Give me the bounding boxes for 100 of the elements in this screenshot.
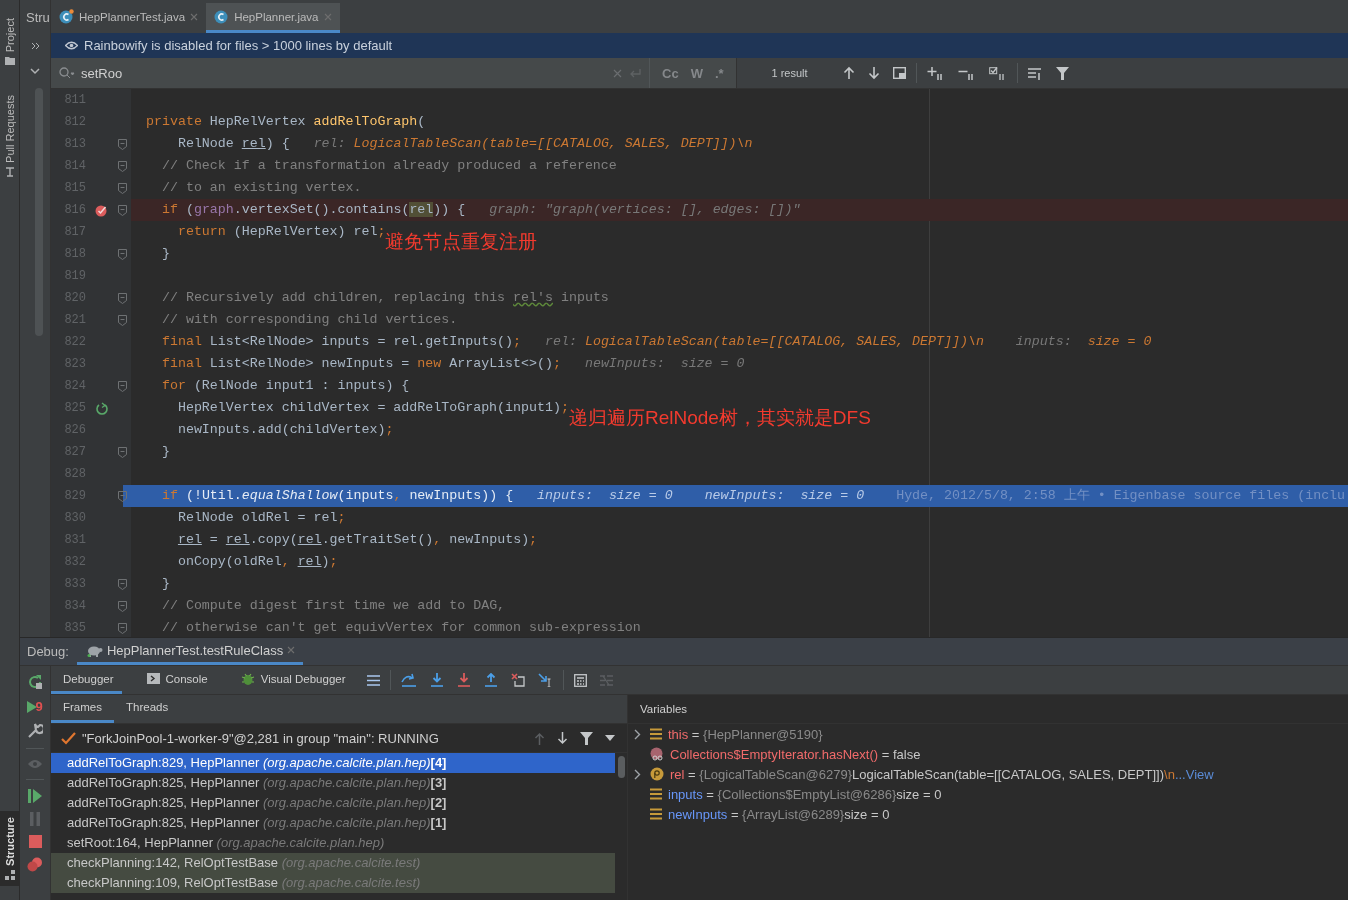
structure-icon: [4, 870, 15, 880]
stack-frame[interactable]: setRoot:164, HepPlanner (org.apache.calcite.plan.hep): [51, 833, 615, 853]
variable-text: rel = {LogicalTableScan@6279}LogicalTableScan(table=[[CATALOG, SALES, DEPT]])\n...View: [670, 766, 1214, 782]
annotation-text: 递归遍历RelNode树，其实就是DFS: [568, 407, 871, 429]
caret-icon[interactable]: [605, 735, 615, 741]
step-over-icon[interactable]: [400, 673, 417, 687]
stack-frame[interactable]: addRelToGraph:825, HepPlanner (org.apache.calcite.plan.hep)[2]: [51, 793, 615, 813]
arrow-down-icon[interactable]: [557, 731, 568, 745]
trace-icon[interactable]: [599, 674, 613, 686]
filter-icon[interactable]: [580, 731, 593, 745]
code-line: // with corresponding child vertices.: [160, 312, 458, 327]
search-field[interactable]: setRoo: [51, 58, 649, 88]
code-line: if (!Util.equalShallow(inputs, newInputs)) { inputs: size = 0 newInputs: size = 0 Hyde, 2012/5/8, 2:58 上午 • Eigenbase source files (inclu: [160, 488, 1346, 503]
bug-icon: [240, 671, 255, 686]
select-all-icon[interactable]: [988, 65, 1007, 81]
fold-icon[interactable]: [117, 314, 127, 326]
chevron-right-icon[interactable]: [634, 728, 641, 740]
step-out-icon[interactable]: [483, 673, 498, 687]
drop-frame-icon[interactable]: [510, 673, 525, 687]
stack-frame[interactable]: addRelToGraph:829, HepPlanner (org.apache.calcite.plan.hep)[4]: [51, 753, 615, 773]
code-line: RelNode oldRel = rel;: [176, 510, 346, 525]
banner-text: Rainbowify is disabled for files > 1000 lines by default: [84, 38, 393, 53]
code-line: private HepRelVertex addRelToGraph(: [146, 114, 426, 129]
code-line: // Compute digest first time we add to DAG,: [160, 598, 506, 613]
stack-frame[interactable]: checkPlanning:109, RelOptTestBase (org.apache.calcite.test): [51, 873, 615, 893]
panel-title: Stru: [25, 9, 50, 27]
view-link[interactable]: View: [1185, 766, 1214, 782]
calculator-icon[interactable]: [573, 673, 587, 687]
chevron-down-icon[interactable]: [30, 68, 40, 75]
stop-icon[interactable]: [28, 835, 42, 848]
tool-window-tab[interactable]: Pull Requests: [3, 95, 16, 164]
window-icon[interactable]: [892, 67, 906, 79]
panel-title: Debug:: [26, 644, 70, 659]
clear-icon[interactable]: [613, 68, 622, 78]
resume-icon[interactable]: [28, 789, 42, 803]
variable-text: Collections$EmptyIterator.hasNext() = false: [670, 746, 921, 762]
pause-icon[interactable]: [29, 812, 41, 826]
scrollbar-thumb[interactable]: [618, 756, 625, 778]
code-line: // Recursively add children, replacing this rel's inputs: [160, 290, 609, 305]
stack-frame[interactable]: addRelToGraph:825, HepPlanner (org.apache.calcite.plan.hep)[1]: [51, 813, 615, 833]
fold-icon[interactable]: [117, 204, 127, 216]
variable-text: inputs = {Collections$EmptyList@6286}size = 0: [668, 786, 942, 802]
eye-icon[interactable]: [27, 758, 43, 770]
debugger-tab[interactable]: Console: [134, 666, 216, 694]
stack-frame[interactable]: checkPlanning:142, RelOptTestBase (org.apache.calcite.test): [51, 853, 615, 873]
pull-request-icon: [4, 167, 15, 178]
breakpoint-icon[interactable]: [95, 203, 109, 217]
class-icon: [214, 9, 230, 24]
panel-tab[interactable]: Threads: [114, 695, 181, 723]
thread-selector[interactable]: "ForkJoinPool-1-worker-9"@2,281 in group "main": RUNNING: [82, 730, 522, 746]
test-class-icon: [59, 9, 74, 24]
stack-frame[interactable]: addRelToGraph:825, HepPlanner (org.apache.calcite.plan.hep)[3]: [51, 773, 615, 793]
run-to-cursor-icon[interactable]: [537, 673, 553, 687]
search-icon[interactable]: [59, 67, 75, 79]
field-icon: [650, 808, 662, 820]
breakpoints-icon[interactable]: [27, 857, 43, 872]
fold-icon[interactable]: [117, 248, 127, 260]
search-input[interactable]: setRoo: [81, 65, 607, 81]
code-line: }: [160, 444, 170, 459]
code-line: final List<RelNode> newInputs = new ArrayList<>(); newInputs: size = 0: [160, 356, 745, 371]
close-icon[interactable]: [190, 12, 199, 21]
fold-icon[interactable]: [117, 292, 127, 304]
wrench-icon[interactable]: [27, 723, 43, 739]
chevron-right-icon[interactable]: [634, 768, 641, 780]
fold-icon[interactable]: [117, 138, 127, 150]
arrow-up-icon[interactable]: [842, 66, 855, 80]
return-frame-icon[interactable]: [95, 401, 109, 415]
tool-window-tab[interactable]: Project: [3, 18, 16, 53]
fold-icon[interactable]: [117, 600, 127, 612]
close-icon[interactable]: [287, 646, 296, 654]
fold-icon[interactable]: [117, 160, 127, 172]
method-icon: [650, 747, 664, 761]
fold-icon[interactable]: [117, 380, 127, 392]
play-icon[interactable]: [27, 700, 38, 713]
rerun-icon[interactable]: [27, 674, 43, 690]
file-tab[interactable]: HepPlannerTest.java: [51, 3, 207, 33]
file-tab[interactable]: HepPlanner.java: [206, 3, 340, 33]
fold-icon[interactable]: [117, 182, 127, 194]
arrow-down-icon[interactable]: [867, 66, 880, 80]
add-occurrence-icon[interactable]: [926, 65, 945, 81]
code-line: for (RelNode input1 : inputs) {: [160, 378, 410, 393]
code-line: RelNode rel) { rel: LogicalTableScan(table=[[CATALOG, SALES, DEPT]])\n: [176, 136, 753, 151]
double-chevron-icon[interactable]: [30, 42, 40, 50]
fold-icon[interactable]: [117, 490, 127, 502]
debugger-tab[interactable]: Visual Debugger: [228, 666, 354, 694]
step-into-icon[interactable]: [429, 673, 444, 687]
variable-text: this = {HepPlanner@5190}: [668, 726, 823, 742]
panel-tab[interactable]: Frames: [51, 695, 114, 723]
filter-icon[interactable]: [1055, 66, 1069, 80]
text-lines-icon[interactable]: [1027, 66, 1043, 80]
code-line: if (graph.vertexSet().contains(rel)) { graph: "graph(vertices: [], edges: [])": [160, 202, 801, 217]
code-line: newInputs.add(childVertex);: [176, 422, 394, 437]
parameter-icon: [650, 767, 664, 781]
count-text: 9: [35, 699, 43, 714]
fold-icon[interactable]: [117, 622, 127, 634]
code-line: final List<RelNode> inputs = rel.getInputs(); rel: LogicalTableScan(table=[[CATALOG, SALES, DEPT]])\n inputs: size = 0: [160, 334, 1152, 349]
fold-icon[interactable]: [117, 578, 127, 590]
fold-icon[interactable]: [117, 446, 127, 458]
force-step-into-icon[interactable]: [456, 673, 471, 687]
list-icon[interactable]: [366, 674, 380, 686]
